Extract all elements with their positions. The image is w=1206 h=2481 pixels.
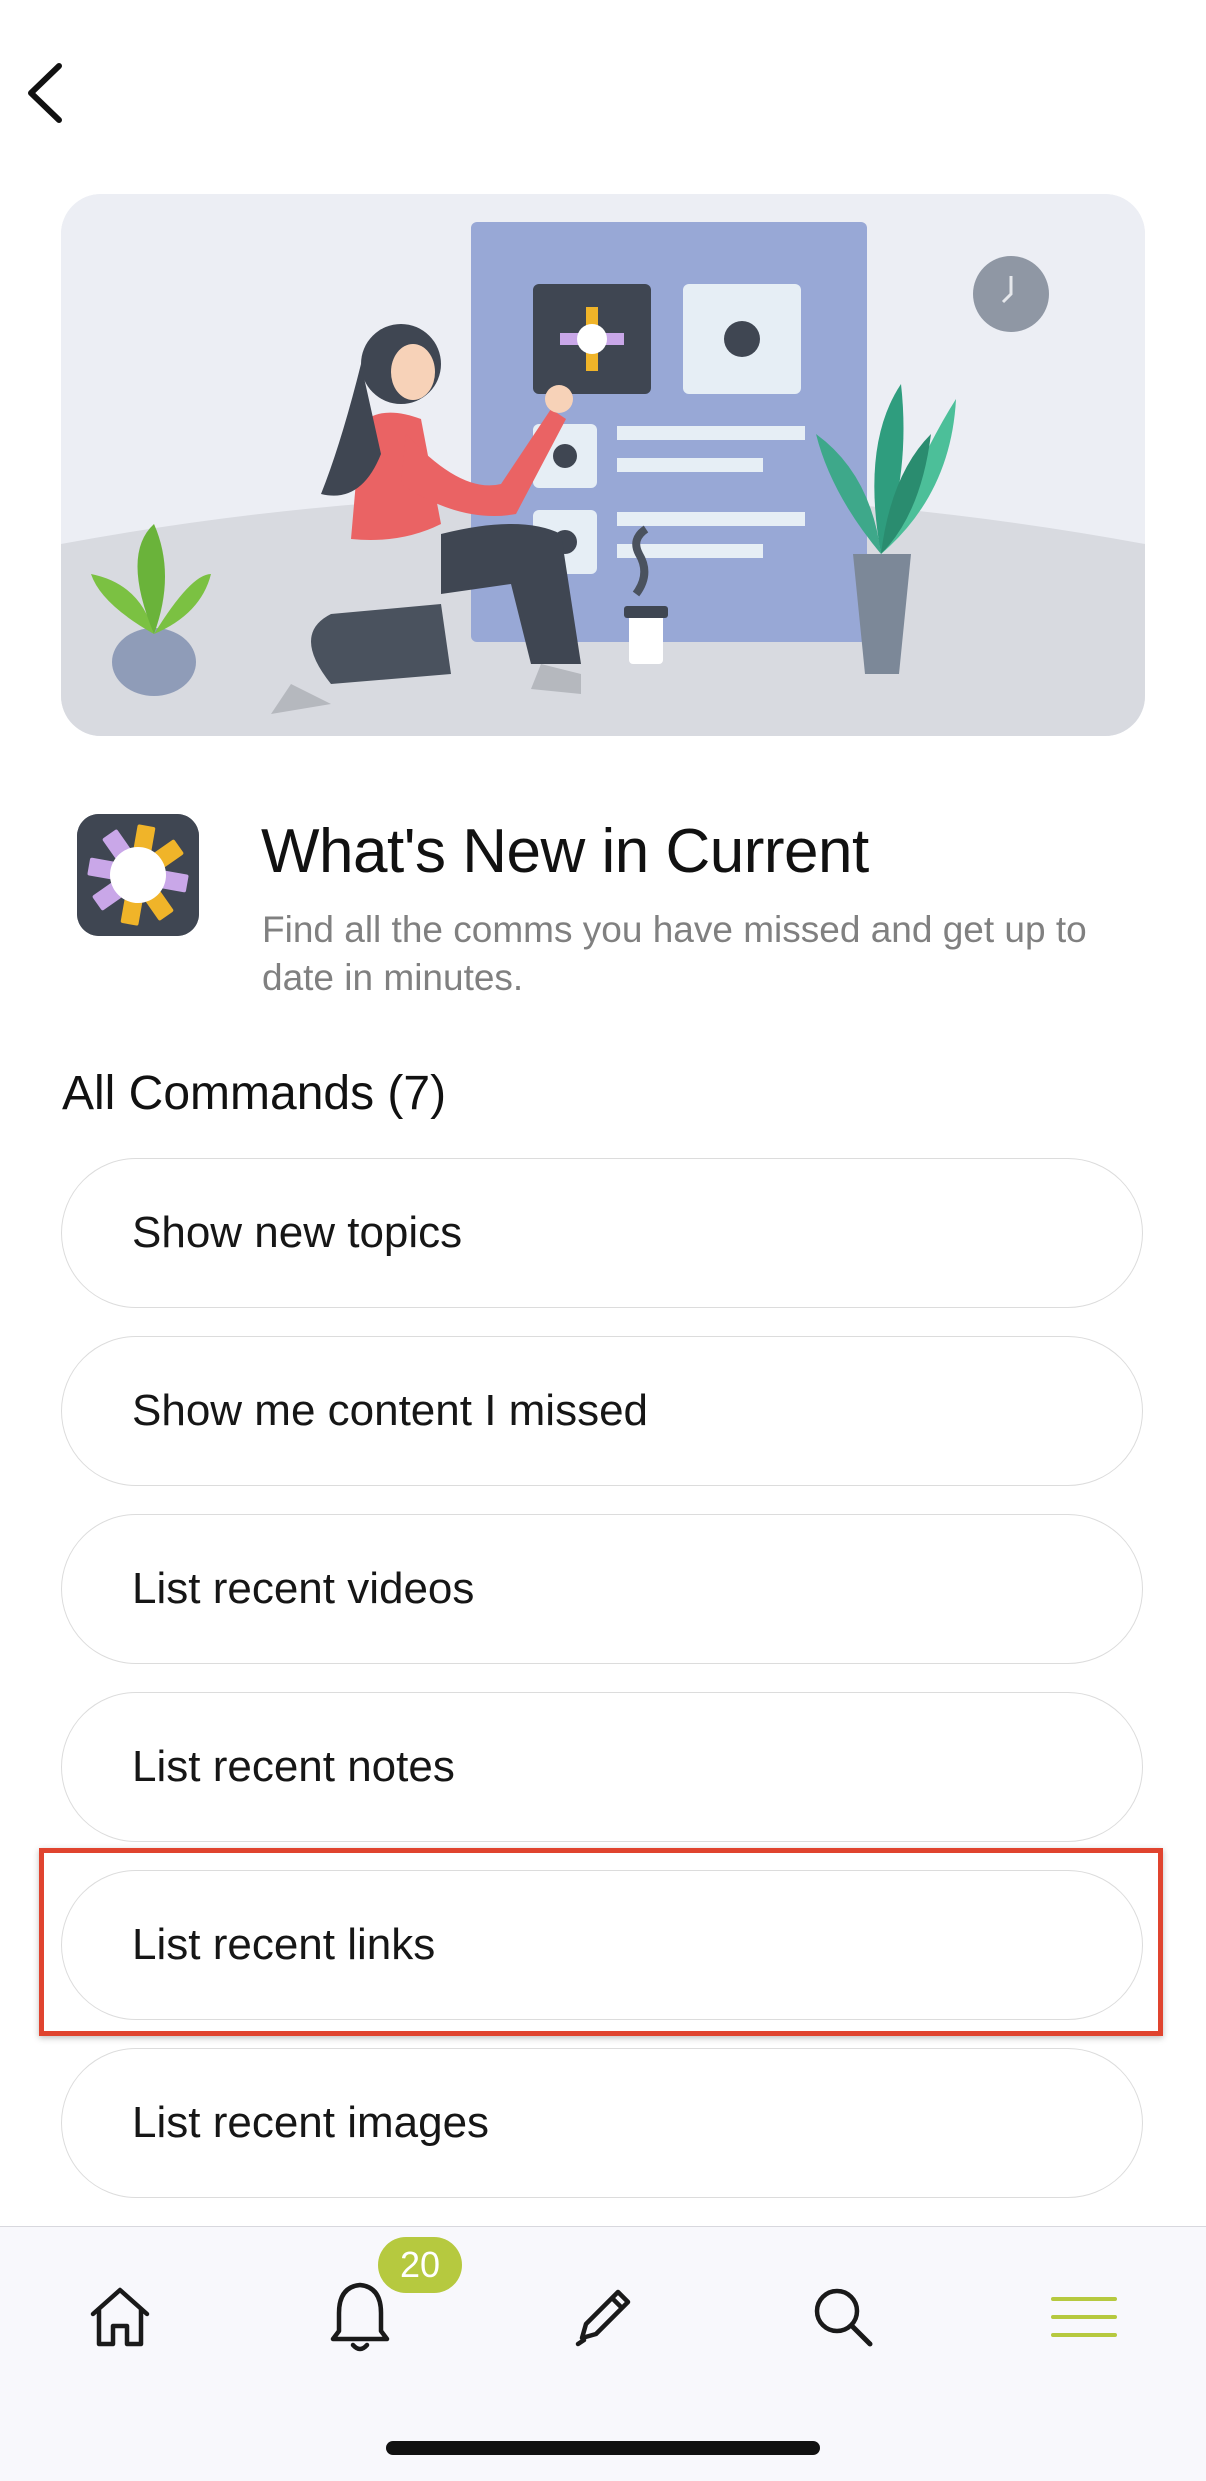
menu-icon [1051, 2297, 1117, 2337]
command-label: List recent notes [132, 1742, 455, 1791]
tab-compose[interactable] [543, 2267, 663, 2367]
command-label: List recent images [132, 2098, 490, 2147]
app-header: What's New in Current Find all the comms… [61, 808, 1145, 1008]
home-indicator [386, 2441, 820, 2455]
tab-menu[interactable] [1024, 2267, 1144, 2367]
command-list-recent-links[interactable]: List recent links [61, 1870, 1143, 2020]
command-show-content-missed[interactable]: Show me content I missed [61, 1336, 1143, 1486]
command-list: Show new topics Show me content I missed… [61, 1158, 1145, 2226]
command-label: List recent videos [132, 1564, 475, 1613]
chevron-left-icon [28, 63, 62, 123]
command-label: Show me content I missed [132, 1386, 649, 1435]
pencil-icon [575, 2289, 631, 2347]
current-app-icon [77, 814, 199, 936]
command-show-new-topics[interactable]: Show new topics [61, 1158, 1143, 1308]
bell-icon [330, 2282, 390, 2352]
notifications-badge: 20 [378, 2237, 462, 2293]
screen: What's New in Current Find all the comms… [0, 0, 1206, 2481]
tab-home[interactable] [60, 2267, 180, 2367]
command-list-recent-videos[interactable]: List recent videos [61, 1514, 1143, 1664]
command-list-recent-notes[interactable]: List recent notes [61, 1692, 1143, 1842]
command-list-recent-images[interactable]: List recent images [61, 2048, 1143, 2198]
search-icon [814, 2288, 873, 2347]
app-title: What's New in Current [261, 817, 869, 886]
app-description: Find all the comms you have missed and g… [262, 909, 1087, 998]
hero-illustration [61, 194, 1145, 736]
section-title: All Commands (7) [62, 1067, 447, 1120]
home-icon [90, 2287, 150, 2347]
command-label: List recent links [132, 1920, 436, 1969]
command-label: Show new topics [132, 1208, 463, 1257]
tab-search[interactable] [783, 2267, 903, 2367]
back-button[interactable] [14, 54, 78, 132]
